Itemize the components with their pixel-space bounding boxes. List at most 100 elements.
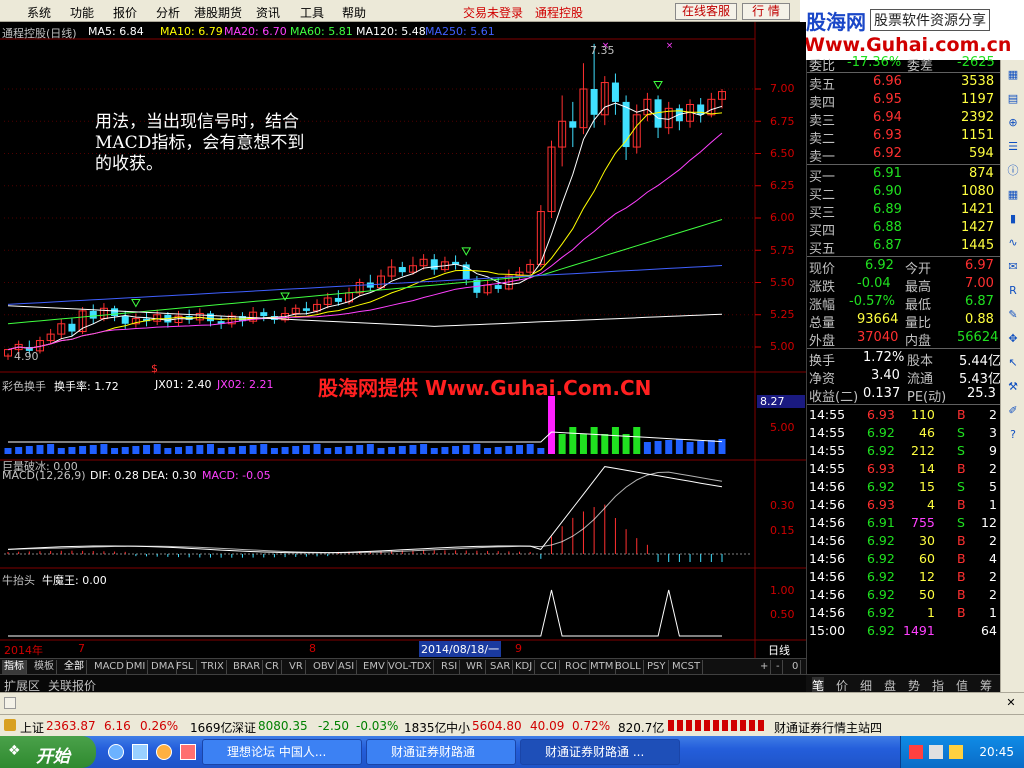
quotes-button[interactable]: 行 情	[742, 3, 790, 20]
indicator-tab-wr[interactable]: WR	[464, 660, 486, 674]
zoom-icon[interactable]: ⊕	[1004, 114, 1022, 132]
turnover-bar	[281, 447, 289, 454]
menu-hk-futures[interactable]: 港股期货	[194, 4, 242, 21]
sz-index-label[interactable]: 深证	[232, 719, 256, 736]
tick-side: B	[957, 605, 966, 620]
grid-icon[interactable]: ▦	[1004, 186, 1022, 204]
turnover-bar	[15, 447, 23, 454]
turnover-bar	[313, 444, 321, 454]
fund-label: 收益(二)	[809, 390, 859, 405]
bar-icon[interactable]: ▮	[1004, 210, 1022, 228]
volume-icon[interactable]	[949, 745, 963, 759]
tick-price: 6.92	[867, 551, 895, 566]
indicator-tab-trix[interactable]: TRIX	[199, 660, 227, 674]
tray-app-icon[interactable]	[909, 745, 923, 759]
indicator-tab-vol-tdx[interactable]: VOL-TDX	[386, 660, 435, 674]
network-icon[interactable]	[929, 745, 943, 759]
sh-index-value: 2363.87	[46, 719, 96, 733]
task-button-caitong-2[interactable]: 财通证券财路通 ...	[520, 739, 680, 765]
logo-url-text: Www.Guhai.com.cn	[804, 34, 1012, 56]
menu-analysis[interactable]: 分析	[156, 4, 180, 21]
scroll-left-icon[interactable]	[4, 697, 16, 709]
sh-index-label[interactable]: 上证	[20, 719, 44, 736]
turnover-bar	[473, 444, 481, 454]
indicator-tab-fsl[interactable]: FSL	[174, 660, 197, 674]
indicator-tab-vr[interactable]: VR	[287, 660, 306, 674]
turnover-bar	[675, 439, 683, 454]
zx-index-label[interactable]: 中小	[446, 719, 470, 736]
menu-info[interactable]: 资讯	[256, 4, 280, 21]
period-label[interactable]: 日线	[768, 642, 790, 658]
tab-control-1[interactable]: -	[774, 660, 783, 674]
menu-help[interactable]: 帮助	[342, 4, 366, 21]
explorer-icon[interactable]	[132, 744, 148, 760]
line-icon[interactable]: ∿	[1004, 234, 1022, 252]
pencil-icon[interactable]: ✎	[1004, 306, 1022, 324]
news-icon[interactable]: ✉	[1004, 258, 1022, 276]
quote-view-tabs: 笔价细盘势指值筹	[806, 674, 1000, 694]
help-icon[interactable]: ?	[1004, 426, 1022, 444]
tick-volume: 1491	[903, 623, 935, 638]
usage-note: 用法，当出现信号时，结合MACD指标，会有意想不到的收获。	[95, 112, 305, 174]
turnover-bar	[505, 446, 513, 454]
menu-quote[interactable]: 报价	[113, 4, 137, 21]
cursor-icon[interactable]: ↖	[1004, 354, 1022, 372]
stat-value: 7.00	[965, 276, 994, 291]
indicator-tab-cr[interactable]: CR	[263, 660, 282, 674]
tab-control-2[interactable]: 0	[790, 660, 802, 674]
task-button-forum[interactable]: 理想论坛 中国人...	[202, 739, 362, 765]
ie-icon[interactable]	[108, 744, 124, 760]
indicator-tab-cci[interactable]: CCI	[538, 660, 560, 674]
start-button[interactable]: ❖ 开始	[0, 736, 96, 768]
media-icon[interactable]	[156, 744, 172, 760]
indicator-tab-rsi[interactable]: RSI	[439, 660, 461, 674]
jx01-value: JX01: 2.40	[155, 378, 212, 391]
indicator-tab-asi[interactable]: ASI	[336, 660, 358, 674]
candle-body	[260, 312, 268, 317]
menu-function[interactable]: 功能	[70, 4, 94, 21]
indicator-tab-mcst[interactable]: MCST	[670, 660, 704, 674]
chart-icon[interactable]: ▦	[1004, 66, 1022, 84]
move-icon[interactable]: ✥	[1004, 330, 1022, 348]
tick-volume: 110	[911, 407, 935, 422]
indicator-tab-kdj[interactable]: KDJ	[513, 660, 536, 674]
info-icon[interactable]: ⓘ	[1004, 162, 1022, 180]
menu-system[interactable]: 系统	[27, 4, 51, 21]
online-service-button[interactable]: 在线客服	[675, 3, 737, 20]
clock[interactable]: 20:45	[979, 745, 1014, 759]
turnover-bar	[111, 448, 119, 454]
indicator-tab-模板[interactable]: 模板	[32, 660, 57, 674]
server-site-label[interactable]: 财通证券行情主站四	[774, 719, 882, 736]
app-launcher-icon[interactable]	[180, 744, 196, 760]
indicator-tab-obv[interactable]: OBV	[311, 660, 338, 674]
pen-icon[interactable]: ✐	[1004, 402, 1022, 420]
indicator-tab-macd[interactable]: MACD	[92, 660, 127, 674]
indicator-tab-指标[interactable]: 指标	[2, 660, 27, 674]
date-cursor-label: 2014/08/18/一	[419, 641, 502, 657]
indicator-tab-psy[interactable]: PSY	[645, 660, 669, 674]
task-button-caitong-1[interactable]: 财通证券财路通	[366, 739, 516, 765]
rsi-icon[interactable]: R	[1004, 282, 1022, 300]
indicator-tab-boll[interactable]: BOLL	[613, 660, 644, 674]
turnover-bar	[4, 448, 12, 454]
trade-status[interactable]: 交易未登录	[463, 4, 523, 21]
indicator-tab-brar[interactable]: BRAR	[231, 660, 264, 674]
horizontal-scroll-strip[interactable]: ✕	[0, 692, 1024, 714]
indicator-tab-dmi[interactable]: DMI	[124, 660, 149, 674]
list-icon[interactable]: ☰	[1004, 138, 1022, 156]
close-icon[interactable]: ✕	[1004, 697, 1018, 710]
indicator-tab-roc[interactable]: ROC	[563, 660, 590, 674]
indicator-tab-dma[interactable]: DMA	[149, 660, 178, 674]
turnover-bar	[590, 427, 598, 454]
tool-icon[interactable]: ⚒	[1004, 378, 1022, 396]
tab-control-0[interactable]: +	[758, 660, 772, 674]
kline-chart-area[interactable]: × × 通程控股(日线) MA5: 6.84 MA10: 6.79 MA20: 6…	[0, 22, 806, 658]
tick-count: 3	[989, 425, 997, 440]
turnover-rate-value: 换手率: 1.72	[54, 380, 119, 393]
indicator-tab-emv[interactable]: EMV	[361, 660, 388, 674]
menu-tools[interactable]: 工具	[300, 4, 324, 21]
fund-value: 3.40	[871, 368, 900, 383]
table-icon[interactable]: ▤	[1004, 90, 1022, 108]
indicator-tab-全部[interactable]: 全部	[62, 660, 87, 674]
indicator-tab-sar[interactable]: SAR	[488, 660, 514, 674]
